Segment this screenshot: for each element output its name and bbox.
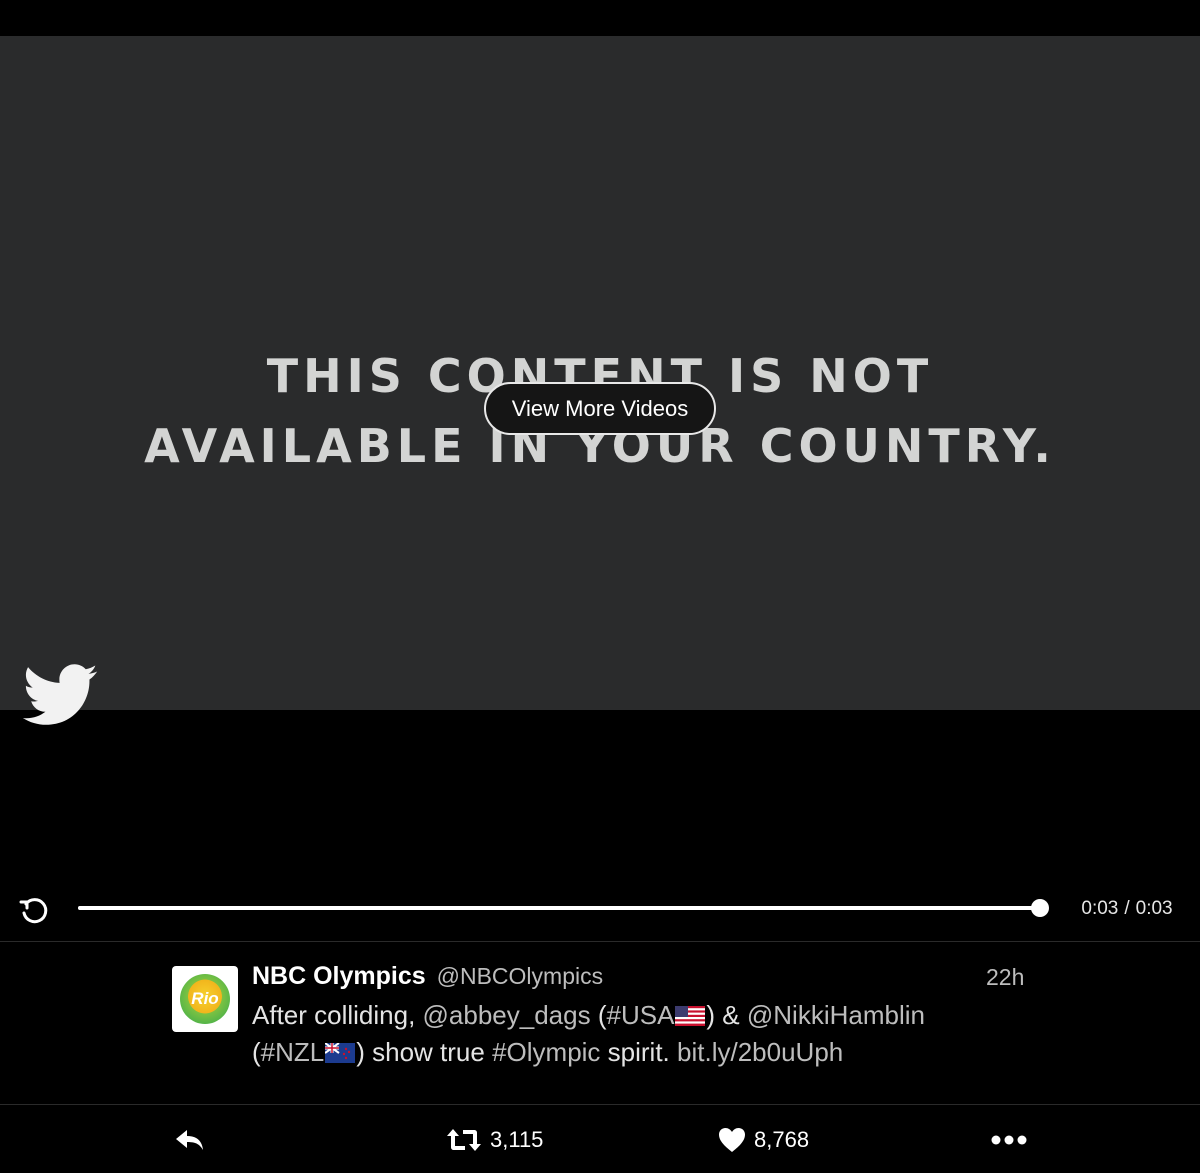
tweet-text: After colliding, @abbey_dags (#USA ) & @…	[252, 997, 1012, 1071]
hashtag-link[interactable]: #USA	[607, 1000, 675, 1030]
retweet-icon	[447, 1128, 481, 1151]
progress-track[interactable]	[78, 899, 1049, 917]
tweet-header: NBC Olympics @NBCOlympics	[252, 962, 603, 991]
hashtag-link[interactable]: #NZL	[261, 1037, 325, 1067]
replay-icon[interactable]	[17, 893, 51, 927]
tweet-timestamp: 22h	[986, 964, 1025, 990]
tweet-text-segment: (	[252, 1037, 261, 1067]
retweet-count: 3,115	[490, 1126, 544, 1152]
rio-logo: Rio	[180, 974, 230, 1024]
retweet-button[interactable]: 3,115	[446, 1106, 543, 1173]
tweet-text-segment: ) &	[706, 1000, 747, 1030]
reply-button[interactable]	[174, 1106, 206, 1173]
like-button[interactable]: 8,768	[718, 1106, 809, 1173]
more-button[interactable]	[990, 1106, 1028, 1173]
view-more-videos-button[interactable]: View More Videos	[484, 382, 716, 435]
mention-link[interactable]: @NikkiHamblin	[747, 1000, 925, 1030]
like-count: 8,768	[754, 1126, 810, 1152]
progress-fill	[78, 906, 1040, 910]
reply-icon	[176, 1129, 203, 1150]
hashtag-link[interactable]: #Olympic	[492, 1037, 600, 1067]
heart-icon	[719, 1127, 745, 1152]
tweet-text-segment: spirit.	[600, 1037, 678, 1067]
more-icon	[991, 1135, 1027, 1144]
tweet-actions: 3,115 8,768	[0, 1106, 1200, 1173]
video-frame[interactable]: THIS CONTENT IS NOT AVAILABLE IN YOUR CO…	[0, 36, 1200, 725]
tweet-author-name[interactable]: NBC Olympics	[252, 962, 426, 990]
us-flag-icon	[675, 1006, 706, 1026]
avatar[interactable]: Rio	[172, 966, 238, 1032]
url-link[interactable]: bit.ly/2b0uUph	[677, 1037, 843, 1067]
twitter-bird-icon	[22, 664, 98, 725]
mention-link[interactable]: @abbey_dags	[423, 1000, 591, 1030]
progress-scrubber[interactable]	[1031, 899, 1049, 917]
duration: 0:03	[1135, 898, 1173, 919]
current-time: 0:03	[1081, 898, 1119, 919]
tweet-text-segment: (	[590, 1000, 607, 1030]
time-display: 0:03/0:03	[1062, 898, 1192, 920]
tweet-text-segment: After colliding,	[252, 1000, 423, 1030]
divider	[0, 1104, 1200, 1105]
tweet-author-handle[interactable]: @NBCOlympics	[437, 963, 603, 989]
nz-flag-icon	[325, 1043, 356, 1063]
time-separator: /	[1124, 898, 1130, 919]
tweet[interactable]: Rio NBC Olympics @NBCOlympics 22h After …	[0, 942, 1200, 1104]
player-controls: 0:03/0:03	[0, 880, 1200, 940]
tweet-text-segment: ) show true	[356, 1037, 493, 1067]
